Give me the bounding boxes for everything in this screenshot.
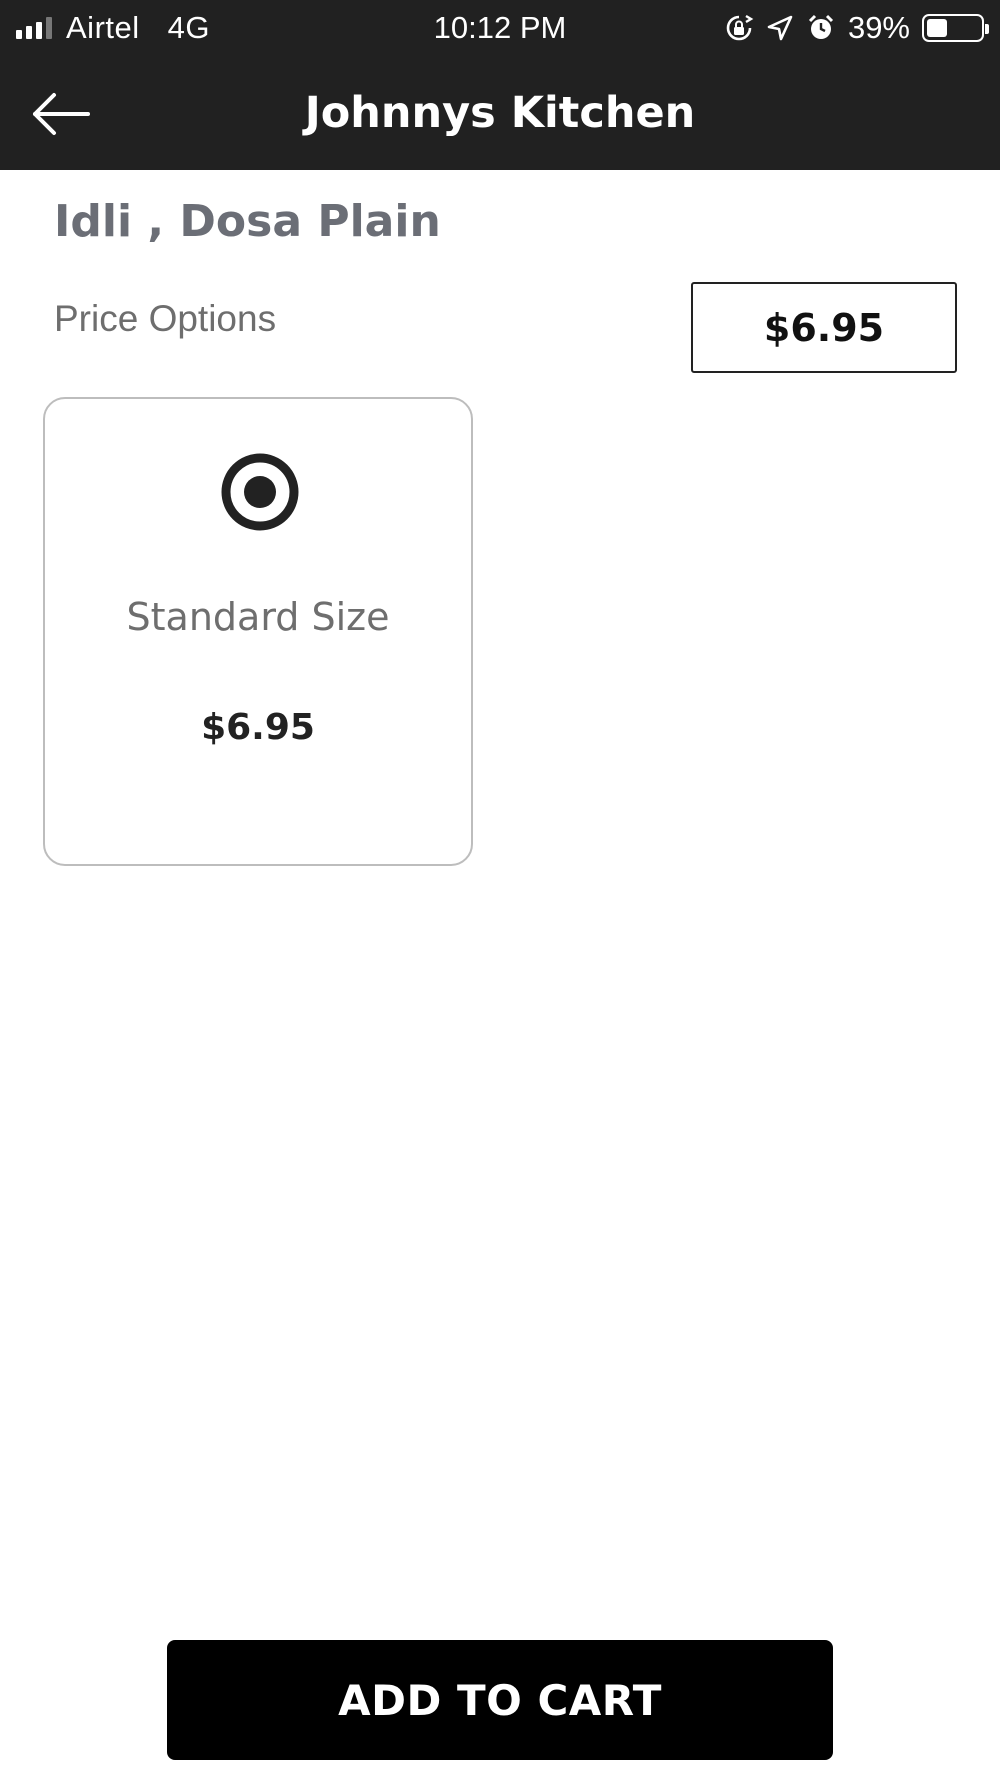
item-name: Idli , Dosa Plain <box>54 196 441 247</box>
status-right: 39% <box>724 0 989 56</box>
status-bar: Airtel 4G 10:12 PM 39% <box>0 0 1000 56</box>
alarm-clock-icon <box>808 14 834 39</box>
app-header: Johnnys Kitchen <box>0 56 1000 170</box>
option-name: Standard Size <box>126 595 390 639</box>
option-price: $6.95 <box>201 707 315 748</box>
selected-price-box: $6.95 <box>691 282 957 373</box>
orientation-lock-icon <box>726 14 754 41</box>
location-arrow-icon <box>767 15 793 41</box>
page-title: Johnnys Kitchen <box>304 88 696 138</box>
radio-selected-icon[interactable] <box>220 452 300 532</box>
price-options-label: Price Options <box>54 298 277 339</box>
battery-fill <box>927 19 948 37</box>
battery-cap <box>985 24 989 34</box>
add-to-cart-button[interactable]: ADD TO CART <box>167 1640 833 1760</box>
battery-icon <box>922 14 989 42</box>
battery-percent: 39% <box>847 10 910 45</box>
price-option-card[interactable]: Standard Size $6.95 <box>43 397 473 866</box>
